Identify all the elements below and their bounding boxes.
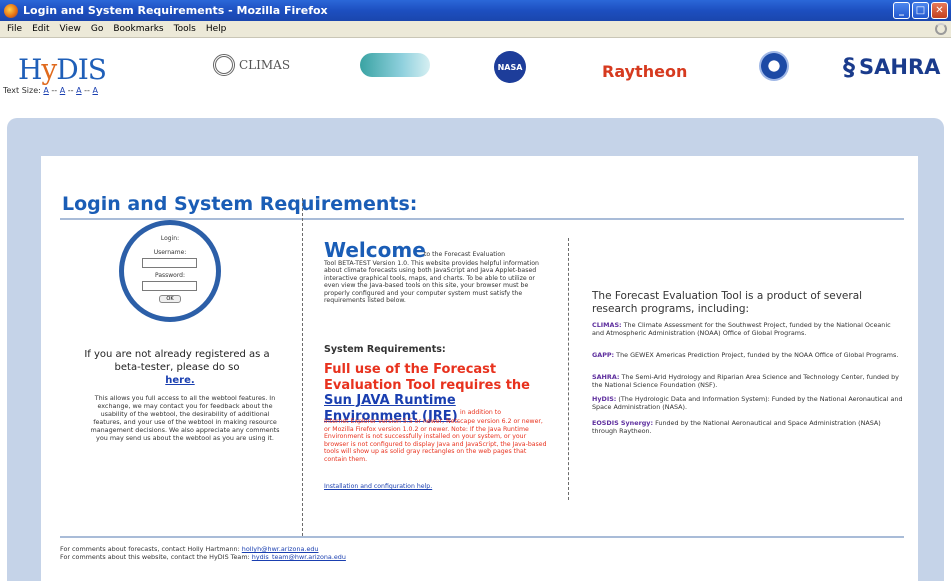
system-requirements-heading: System Requirements:: [324, 344, 446, 355]
noaa-logo[interactable]: [759, 51, 789, 81]
footer-forecasts: For comments about forecasts, contact Ho…: [60, 545, 319, 553]
menu-tools[interactable]: Tools: [174, 24, 196, 34]
program-item: CLIMAS: The Climate Assessment for the S…: [592, 321, 891, 337]
climas-logo[interactable]: CLIMAS: [213, 48, 290, 82]
gapp-logo[interactable]: [360, 53, 430, 77]
welcome-intro: to the Forecast Evaluation: [424, 251, 506, 258]
firefox-icon: [4, 3, 18, 18]
website-email-link[interactable]: hydis_team@hwr.arizona.edu: [252, 553, 346, 561]
menu-go[interactable]: Go: [91, 24, 103, 34]
program-item: EOSDIS Synergy: Funded by the National A…: [592, 419, 881, 435]
menu-help[interactable]: Help: [206, 24, 227, 34]
programs-heading: The Forecast Evaluation Tool is a produc…: [592, 290, 863, 315]
maximize-button[interactable]: □: [912, 2, 929, 19]
menu-bar: File Edit View Go Bookmarks Tools Help: [0, 21, 951, 38]
register-link[interactable]: here.: [150, 375, 210, 386]
nasa-logo[interactable]: NASA: [494, 51, 526, 83]
login-heading: Login:: [160, 235, 180, 242]
installation-help-link[interactable]: Installation and configuration help.: [324, 483, 432, 490]
full-use-notice: Full use of the Forecast Evaluation Tool…: [324, 362, 531, 393]
footer-website: For comments about this website, contact…: [60, 553, 346, 561]
program-item: SAHRA: The Semi-Arid Hydrology and Ripar…: [592, 373, 899, 389]
title-divider: [60, 218, 904, 220]
column-divider-right: [568, 238, 569, 500]
window-controls: _ □ ✕: [893, 2, 948, 19]
menu-view[interactable]: View: [60, 24, 81, 34]
register-prompt: If you are not already registered as a b…: [84, 349, 270, 373]
login-form: Login: Username: Password: OK: [119, 220, 221, 322]
throbber-icon: [935, 23, 947, 35]
menu-file[interactable]: File: [7, 24, 22, 34]
text-size-control: Text Size: A -- A -- A -- A: [3, 86, 98, 95]
menu-bookmarks[interactable]: Bookmarks: [113, 24, 163, 34]
username-field[interactable]: [142, 258, 197, 268]
raytheon-logo[interactable]: Raytheon: [602, 54, 687, 88]
password-label: Password:: [154, 272, 186, 279]
climas-swirl-icon: [213, 54, 235, 76]
ok-button[interactable]: OK: [159, 295, 181, 303]
text-size-2[interactable]: A: [60, 86, 65, 95]
logo-banner: Hy DIS CLIMAS NASA Raytheon § SAHRA: [0, 38, 951, 102]
text-size-4[interactable]: A: [92, 86, 97, 95]
footer-divider: [60, 536, 904, 538]
sahra-logo[interactable]: § SAHRA: [843, 50, 940, 84]
window-titlebar: Login and System Requirements - Mozilla …: [0, 0, 951, 21]
register-info: This allows you full access to all the w…: [90, 394, 280, 442]
username-label: Username:: [153, 249, 187, 256]
menu-edit[interactable]: Edit: [32, 24, 49, 34]
sahra-mark-icon: §: [843, 53, 855, 81]
column-divider-left: [302, 198, 303, 536]
text-size-3[interactable]: A: [76, 86, 81, 95]
minimize-button[interactable]: _: [893, 2, 910, 19]
welcome-heading: Welcome: [324, 238, 426, 262]
program-item: GAPP: The GEWEX Americas Prediction Proj…: [592, 351, 899, 359]
page-title: Login and System Requirements:: [62, 193, 418, 215]
forecasts-email-link[interactable]: hollyh@hwr.arizona.edu: [242, 545, 319, 553]
jre-requirements-text: Internet Explorer version 5.5 or newer, …: [324, 418, 547, 463]
jre-tail-text: in addition to: [460, 409, 502, 416]
program-item: HyDIS: (The Hydrologic Data and Informat…: [592, 395, 903, 411]
close-button[interactable]: ✕: [931, 2, 948, 19]
text-size-label: Text Size:: [3, 86, 41, 95]
text-size-1[interactable]: A: [43, 86, 48, 95]
welcome-paragraph: Tool BETA-TEST Version 1.0. This website…: [324, 260, 539, 305]
hydis-logo[interactable]: Hy DIS: [18, 52, 107, 86]
password-field[interactable]: [142, 281, 197, 291]
window-title: Login and System Requirements - Mozilla …: [23, 4, 328, 17]
